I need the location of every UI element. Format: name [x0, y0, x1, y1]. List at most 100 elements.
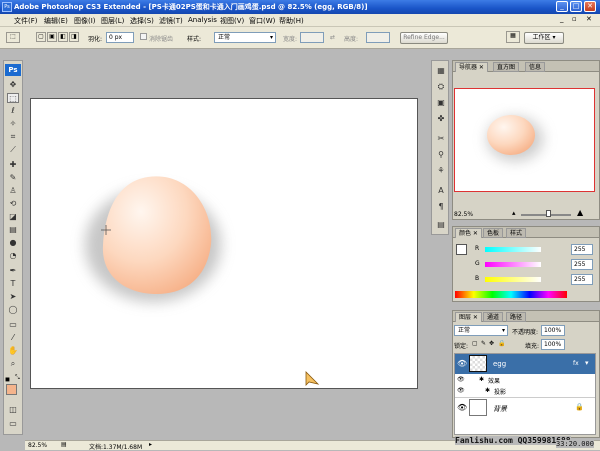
workspace-button[interactable]: 工作区 ▾ [524, 32, 564, 44]
history-icon[interactable]: ⚲ [435, 149, 447, 161]
crop-icon[interactable]: ⌗ [7, 132, 19, 142]
zoom-slider-handle[interactable] [546, 210, 551, 217]
zoom-in-icon[interactable]: ▲ [577, 208, 583, 217]
stamp-icon[interactable]: ♙ [7, 186, 19, 196]
channel-r-slider[interactable] [485, 247, 541, 252]
menu-help[interactable]: 帮助(H) [279, 16, 304, 26]
animation-icon[interactable]: ⚘ [435, 165, 447, 177]
doc-restore-button[interactable]: ▫ [572, 15, 577, 23]
tool-presets-icon[interactable]: ⛭ [435, 81, 447, 93]
doc-minimize-button[interactable]: _ [560, 15, 564, 23]
path-select-icon[interactable]: ➤ [7, 292, 19, 302]
opacity-input[interactable]: 100% [541, 325, 565, 336]
healing-icon[interactable]: ✚ [7, 160, 19, 170]
height-input[interactable] [366, 32, 390, 43]
lock-image-icon[interactable]: ✎ [481, 340, 486, 347]
zoom-out-icon[interactable]: ▴ [512, 209, 516, 217]
layer-row-background[interactable]: 👁 背景 🔒 [455, 397, 595, 417]
layer-row-egg[interactable]: 👁 egg fx ▾ [455, 354, 595, 374]
blend-mode-select[interactable]: 正常 ▾ [454, 325, 508, 336]
history-brush-icon[interactable]: ⟲ [7, 199, 19, 209]
notes-icon[interactable]: ▭ [7, 320, 19, 330]
new-selection-icon[interactable]: ▢ [36, 32, 46, 42]
status-zoom[interactable]: 82.5% [28, 442, 47, 449]
shape-icon[interactable]: ◯ [7, 305, 19, 315]
tab-paths[interactable]: 路径 [506, 312, 527, 322]
color-panel-fg-swatch[interactable] [456, 244, 467, 255]
menu-image[interactable]: 图像(I) [74, 16, 96, 26]
expand-effects-icon[interactable]: ▾ [585, 359, 589, 367]
visibility-eye-icon[interactable]: 👁 [457, 403, 467, 412]
fill-input[interactable]: 100% [541, 339, 565, 350]
refine-edge-button[interactable]: Refine Edge... [400, 32, 448, 44]
menu-window[interactable]: 窗口(W) [249, 16, 275, 26]
add-selection-icon[interactable]: ▣ [47, 32, 57, 42]
move-icon[interactable]: ✥ [7, 80, 19, 90]
width-input[interactable] [300, 32, 324, 43]
brushes-icon[interactable]: ▦ [435, 65, 447, 77]
paragraph-icon[interactable]: ¶ [435, 201, 447, 213]
maximize-button[interactable]: □ [570, 1, 582, 12]
brush-icon[interactable]: ✎ [7, 173, 19, 183]
shadow-eye-icon[interactable]: 👁 [457, 387, 465, 394]
channel-b-input[interactable]: 255 [571, 274, 593, 285]
lock-position-icon[interactable]: ✥ [489, 340, 494, 347]
menu-layer[interactable]: 图层(L) [101, 16, 124, 26]
visibility-eye-icon[interactable]: 👁 [457, 359, 467, 368]
channel-g-input[interactable]: 255 [571, 259, 593, 270]
layer-comps-icon[interactable]: ▣ [435, 97, 447, 109]
swap-colors-icon[interactable]: ⤡ [15, 374, 20, 382]
menu-file[interactable]: 文件(F) [14, 16, 38, 26]
channel-b-slider[interactable] [485, 277, 541, 282]
antialias-checkbox[interactable] [140, 33, 147, 40]
character-icon[interactable]: A [435, 185, 447, 197]
status-doc-icon[interactable]: ▤ [61, 441, 67, 448]
lock-all-icon[interactable]: 🔒 [498, 340, 505, 347]
layer-name[interactable]: egg [493, 360, 506, 368]
bridge-icon[interactable]: ▦ [506, 31, 520, 43]
document-canvas[interactable] [30, 98, 418, 389]
style-select[interactable]: 正常 ▾ [214, 32, 276, 43]
status-arrow-icon[interactable]: ▸ [149, 441, 152, 448]
blur-icon[interactable]: ● [7, 238, 19, 248]
channel-g-slider[interactable] [485, 262, 541, 267]
marquee-icon[interactable]: ⬚ [7, 93, 19, 103]
zoom-icon[interactable]: ⌕ [7, 359, 19, 369]
effects-eye-icon[interactable]: 👁 [457, 376, 465, 383]
actions-icon[interactable]: ✂ [435, 133, 447, 145]
layer-effects-row[interactable]: 👁 ✱ 效果 [455, 374, 595, 385]
slice-icon[interactable]: ⟋ [7, 145, 19, 155]
feather-input[interactable]: 0 px [106, 32, 134, 43]
tab-styles[interactable]: 样式 [506, 228, 527, 238]
swap-icon[interactable]: ⇄ [330, 34, 335, 41]
tab-histogram[interactable]: 直方图 [493, 62, 520, 72]
dodge-icon[interactable]: ◔ [7, 251, 19, 261]
menu-analysis[interactable]: Analysis [188, 16, 217, 24]
foreground-color-swatch[interactable] [6, 384, 17, 395]
menu-view[interactable]: 视图(V) [220, 16, 244, 26]
eyedropper-icon[interactable]: ⁄ [7, 333, 19, 343]
notes-panel-icon[interactable]: ▤ [435, 219, 447, 231]
layer-shadow-row[interactable]: 👁 ✱ 投影 [455, 385, 595, 396]
menu-filter[interactable]: 滤镜(T) [159, 16, 183, 26]
color-spectrum-bar[interactable] [455, 291, 567, 298]
tab-swatches[interactable]: 色板 [483, 228, 504, 238]
tab-info[interactable]: 信息 [525, 62, 546, 72]
hand-icon[interactable]: ✋ [7, 346, 19, 356]
fx-badge[interactable]: fx [573, 360, 579, 367]
doc-close-button[interactable]: ✕ [586, 15, 592, 23]
menu-edit[interactable]: 编辑(E) [44, 16, 68, 26]
tab-color[interactable]: 颜色 ✕ [455, 228, 482, 238]
close-button[interactable]: ✕ [584, 1, 596, 12]
tab-channels[interactable]: 通道 [483, 312, 504, 322]
gradient-icon[interactable]: ▤ [7, 225, 19, 235]
screen-mode-icon[interactable]: ▭ [7, 419, 19, 429]
default-colors-icon[interactable]: ◼ [5, 376, 10, 383]
tab-layers[interactable]: 图层 ✕ [455, 312, 482, 322]
type-icon[interactable]: T [7, 279, 19, 289]
clone-source-icon[interactable]: ✤ [435, 113, 447, 125]
menu-select[interactable]: 选择(S) [130, 16, 154, 26]
minimize-button[interactable]: _ [556, 1, 568, 12]
intersect-selection-icon[interactable]: ◨ [69, 32, 79, 42]
channel-r-input[interactable]: 255 [571, 244, 593, 255]
